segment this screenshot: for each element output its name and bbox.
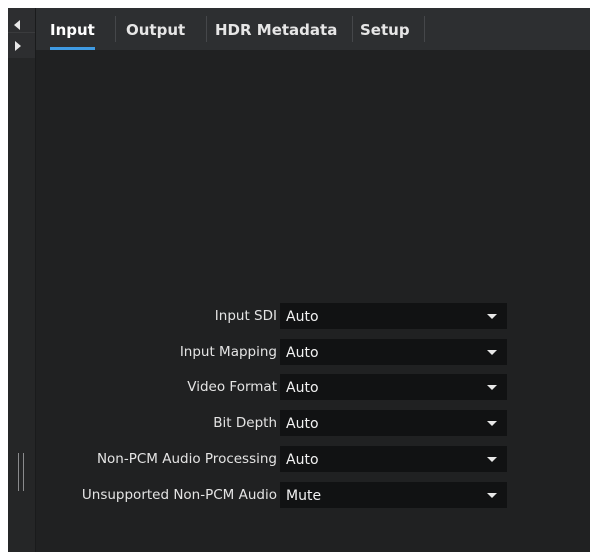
setting-row-unsupported-non-pcm-audio: Unsupported Non-PCM Audio Mute — [36, 482, 590, 508]
select-value: Auto — [286, 380, 319, 396]
input-mapping-select[interactable]: Auto — [280, 339, 507, 365]
tab-bar: Input Output HDR Metadata Setup — [36, 8, 590, 50]
setting-row-non-pcm-audio-processing: Non-PCM Audio Processing Auto — [36, 446, 590, 472]
select-value: Auto — [286, 309, 319, 325]
setting-label: Video Format — [187, 379, 277, 395]
tab-label: Setup — [360, 21, 410, 39]
tab-output[interactable]: Output — [126, 8, 185, 50]
non-pcm-audio-processing-select[interactable]: Auto — [280, 446, 507, 472]
setting-row-bit-depth: Bit Depth Auto — [36, 410, 590, 436]
caret-right-icon[interactable] — [15, 41, 21, 51]
unsupported-non-pcm-audio-select[interactable]: Mute — [280, 482, 507, 508]
tab-label: Output — [126, 21, 186, 39]
setting-label: Bit Depth — [213, 415, 277, 431]
caret-down-icon — [487, 421, 497, 426]
tab-hdr-metadata[interactable]: HDR Metadata — [215, 8, 337, 50]
caret-down-icon — [487, 314, 497, 319]
tab-input[interactable]: Input — [50, 8, 95, 50]
tab-label: Input — [50, 21, 95, 39]
resize-grip-icon[interactable] — [18, 453, 25, 491]
setting-label: Input SDI — [214, 308, 277, 324]
video-format-select[interactable]: Auto — [280, 374, 507, 400]
tab-separator — [424, 16, 425, 42]
setting-row-video-format: Video Format Auto — [36, 374, 590, 400]
setting-label: Non-PCM Audio Processing — [96, 451, 277, 467]
tab-separator — [206, 16, 207, 42]
caret-down-icon — [487, 385, 497, 390]
select-value: Auto — [286, 345, 319, 361]
setting-label: Input Mapping — [179, 344, 277, 360]
tab-separator — [115, 16, 116, 42]
side-panel-strip — [8, 8, 36, 552]
caret-down-icon — [487, 350, 497, 355]
bit-depth-select[interactable]: Auto — [280, 410, 507, 436]
select-value: Mute — [286, 488, 322, 504]
tab-separator — [352, 16, 353, 42]
select-value: Auto — [286, 452, 319, 468]
caret-left-icon[interactable] — [14, 20, 20, 30]
tab-label: HDR Metadata — [215, 21, 338, 39]
side-panel-toggle — [8, 8, 35, 58]
input-settings-panel: Input SDI Auto Input Mapping Auto Video … — [36, 50, 590, 552]
caret-down-icon — [487, 457, 497, 462]
toggle-divider — [8, 32, 35, 33]
setting-row-input-mapping: Input Mapping Auto — [36, 339, 590, 365]
setting-label: Unsupported Non-PCM Audio — [81, 487, 277, 503]
setting-row-input-sdi: Input SDI Auto — [36, 303, 590, 329]
caret-down-icon — [487, 493, 497, 498]
tab-setup[interactable]: Setup — [360, 8, 410, 50]
app-window: Input Output HDR Metadata Setup Input SD… — [8, 8, 590, 552]
select-value: Auto — [286, 416, 319, 432]
input-sdi-select[interactable]: Auto — [280, 303, 507, 329]
